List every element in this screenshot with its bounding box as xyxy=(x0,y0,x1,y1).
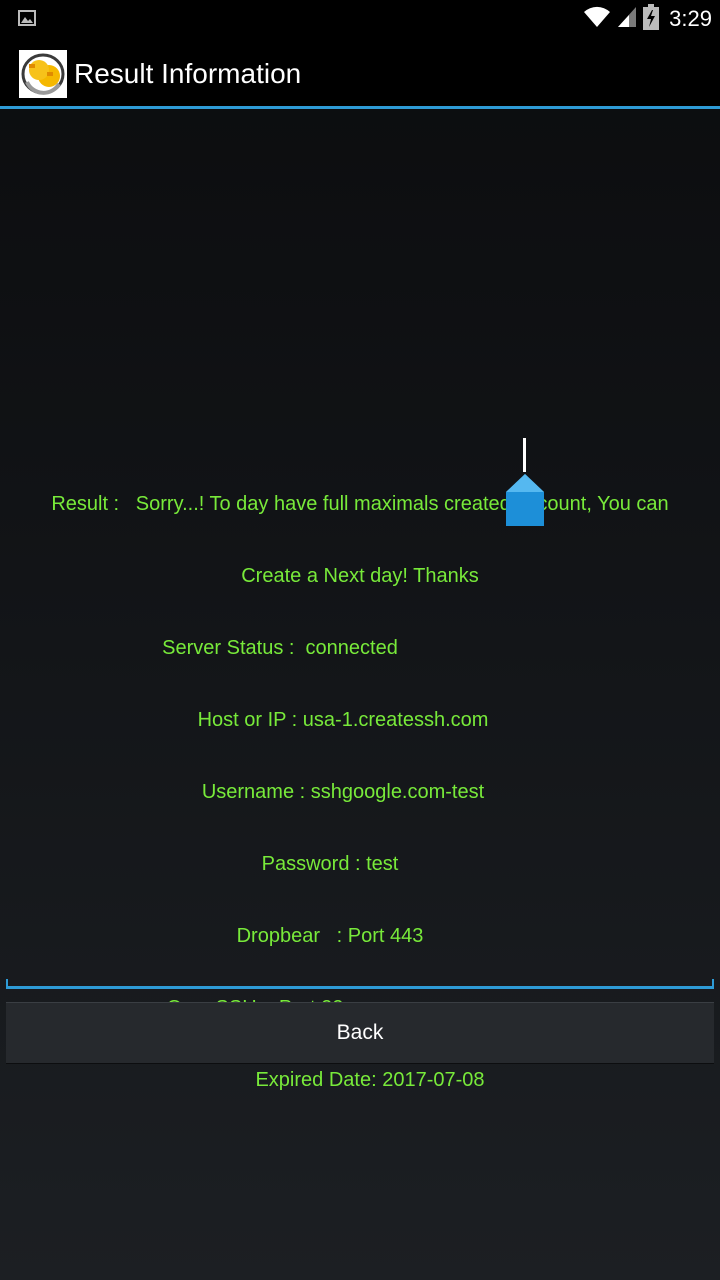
back-button[interactable]: Back xyxy=(6,1002,714,1064)
input-underline-right xyxy=(712,979,714,989)
signal-icon xyxy=(617,6,637,32)
page-title: Result Information xyxy=(74,58,302,89)
action-bar: Result Information xyxy=(0,38,720,106)
image-notification-icon xyxy=(18,10,36,26)
host-line: Host or IP : usa-1.createssh.com xyxy=(197,709,489,731)
username-line: Username : sshgoogle.com-test xyxy=(201,781,485,803)
status-icons: 3:29 xyxy=(583,0,712,38)
wifi-icon xyxy=(583,6,611,32)
expired-date-line: Expired Date: 2017-07-08 xyxy=(255,1069,485,1091)
action-bar-divider xyxy=(0,106,720,109)
server-status-line: Server Status : connected xyxy=(162,637,398,659)
text-cursor xyxy=(523,438,526,472)
dropbear-line: Dropbear : Port 443 xyxy=(236,925,424,947)
status-bar: 3:29 xyxy=(0,0,720,38)
status-time: 3:29 xyxy=(669,6,712,31)
ssh-app-icon[interactable] xyxy=(19,50,67,98)
cursor-handle-icon[interactable] xyxy=(505,472,545,528)
input-underline xyxy=(6,986,714,989)
result-line: Create a Next day! Thanks xyxy=(241,565,479,587)
result-line: Result : Sorry...! To day have full maxi… xyxy=(51,493,669,515)
battery-charging-icon xyxy=(643,4,660,34)
screen: 3:29 Result Information Result : Sorry..… xyxy=(0,0,720,1280)
password-line: Password : test xyxy=(261,853,399,875)
